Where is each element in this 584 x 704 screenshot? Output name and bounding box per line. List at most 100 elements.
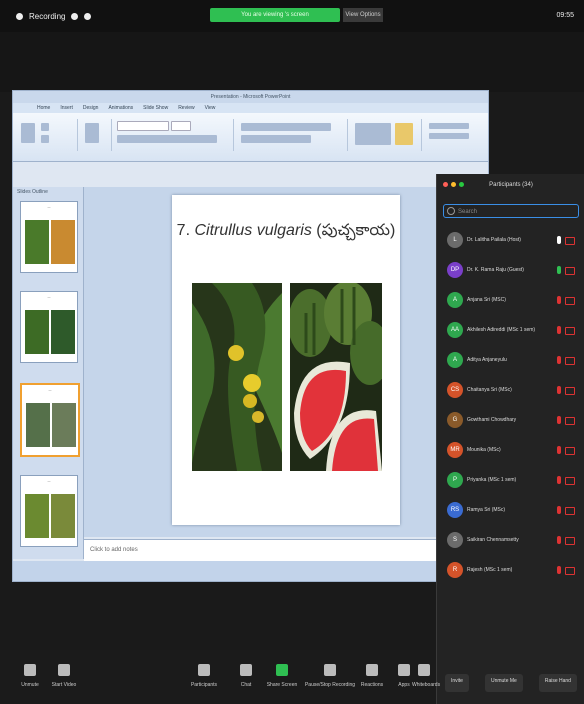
raise-hand-button[interactable]: Raise Hand xyxy=(538,674,577,692)
microphone-icon[interactable] xyxy=(557,416,561,424)
whiteboards-button[interactable]: Whiteboards xyxy=(412,664,440,688)
microphone-icon[interactable] xyxy=(557,266,561,274)
tab-view[interactable]: View xyxy=(205,103,216,113)
paragraph-icons[interactable] xyxy=(241,123,331,131)
shapes-icon[interactable] xyxy=(355,123,391,145)
participant-row[interactable]: A Anjana Sri (MSC) xyxy=(443,290,579,312)
recording-indicator[interactable]: Recording xyxy=(16,12,92,21)
microphone-icon[interactable] xyxy=(557,536,561,544)
thumb-image xyxy=(52,403,76,447)
avatar: S xyxy=(447,532,463,548)
font-family-select[interactable] xyxy=(117,121,169,131)
participant-row[interactable]: L Dr. Lalitha Pailala (Host) xyxy=(443,230,579,252)
font-group xyxy=(113,119,234,151)
microphone-icon[interactable] xyxy=(557,506,561,514)
tab-home[interactable]: Home xyxy=(37,103,50,113)
participant-row[interactable]: DP Dr. K. Rama Raju (Guest) xyxy=(443,260,579,282)
video-camera-icon[interactable] xyxy=(565,327,575,335)
participant-row[interactable]: CS Chaitanya Sri (MSc) xyxy=(443,380,579,402)
participants-label: Participants xyxy=(190,682,218,688)
microphone-icon[interactable] xyxy=(557,356,561,364)
participant-row[interactable]: G Gowthami Chowdhary xyxy=(443,410,579,432)
share-screen-button[interactable]: Share Screen xyxy=(262,664,302,688)
paste-icon[interactable] xyxy=(21,123,35,143)
maximize-icon[interactable] xyxy=(459,182,464,187)
stop-icon[interactable] xyxy=(84,13,92,20)
new-slide-icon[interactable] xyxy=(85,123,99,143)
chat-button[interactable]: Chat xyxy=(226,664,266,688)
pause-stop-recording-button[interactable]: Pause/Stop Recording xyxy=(304,664,356,688)
replace-icon[interactable] xyxy=(429,133,469,139)
tab-design[interactable]: Design xyxy=(83,103,99,113)
font-size-select[interactable] xyxy=(171,121,191,131)
participants-button[interactable]: Participants xyxy=(184,664,224,688)
participant-row[interactable]: P Priyanka (MSc 1 sem) xyxy=(443,470,579,492)
tab-review[interactable]: Review xyxy=(178,103,194,113)
video-camera-icon[interactable] xyxy=(565,237,575,245)
tab-slide-show[interactable]: Slide Show xyxy=(143,103,168,113)
invite-button[interactable]: Invite xyxy=(445,674,469,692)
minimize-icon[interactable] xyxy=(451,182,456,187)
video-camera-icon[interactable] xyxy=(565,537,575,545)
font-format-icons[interactable] xyxy=(117,135,217,143)
microphone-icon[interactable] xyxy=(557,386,561,394)
thumb-image xyxy=(25,220,49,264)
thumb-title: — xyxy=(48,388,52,392)
find-icon[interactable] xyxy=(429,123,469,129)
video-camera-icon[interactable] xyxy=(565,387,575,395)
start-video-button[interactable]: Start Video xyxy=(44,664,84,688)
participant-row[interactable]: AA Akhilesh Adireddi (MSc 1 sem) xyxy=(443,320,579,342)
recording-label: Recording xyxy=(29,12,66,21)
participant-row[interactable]: S Saikiran Chennamsetty xyxy=(443,530,579,552)
video-camera-icon[interactable] xyxy=(565,567,575,575)
quick-styles-icon[interactable] xyxy=(395,123,413,145)
copy-icon[interactable] xyxy=(41,135,49,143)
window-title: Presentation - Microsoft PowerPoint xyxy=(13,91,488,103)
close-icon[interactable] xyxy=(443,182,448,187)
participant-row[interactable]: RS Ramya Sri (MSc) xyxy=(443,500,579,522)
video-camera-icon[interactable] xyxy=(565,447,575,455)
slide-thumbnail-4[interactable]: — xyxy=(20,475,78,547)
video-camera-icon[interactable] xyxy=(565,417,575,425)
microphone-icon[interactable] xyxy=(557,326,561,334)
search-icon xyxy=(447,207,455,215)
alignment-icons[interactable] xyxy=(241,135,311,143)
video-camera-icon[interactable] xyxy=(565,267,575,275)
participant-row[interactable]: MR Mounika (MSc) xyxy=(443,440,579,462)
tab-insert[interactable]: Insert xyxy=(60,103,73,113)
participants-panel: Participants (34) Search L Dr. Lalitha Pa… xyxy=(436,174,584,704)
unmute-me-button[interactable]: Unmute Me xyxy=(484,674,523,692)
video-camera-icon[interactable] xyxy=(565,477,575,485)
video-camera-icon[interactable] xyxy=(565,507,575,515)
video-camera-icon[interactable] xyxy=(565,357,575,365)
ribbon-tabs: Home Insert Design Animations Slide Show… xyxy=(13,103,488,113)
slide-thumbnail-2[interactable]: — xyxy=(20,291,78,363)
microphone-icon[interactable] xyxy=(557,236,561,244)
participants-search-input[interactable]: Search xyxy=(443,204,579,218)
notes-pane[interactable]: Click to add notes xyxy=(84,539,488,562)
microphone-icon[interactable] xyxy=(557,296,561,304)
current-slide[interactable]: 7. Citrullus vulgaris (పుచ్చకాయ) xyxy=(172,195,400,525)
microphone-icon[interactable] xyxy=(557,476,561,484)
avatar: RS xyxy=(447,502,463,518)
microphone-icon[interactable] xyxy=(557,446,561,454)
participants-header: Participants (34) xyxy=(437,174,584,196)
microphone-icon[interactable] xyxy=(557,566,561,574)
pause-icon[interactable] xyxy=(71,13,79,20)
slide-thumbnail-1[interactable]: — xyxy=(20,201,78,273)
share-screen-label: Share Screen xyxy=(266,682,298,688)
top-bar: Recording You are viewing 's screen View… xyxy=(0,0,584,32)
view-options-button[interactable]: View Options xyxy=(343,8,383,22)
video-camera-icon[interactable] xyxy=(565,297,575,305)
tab-animations[interactable]: Animations xyxy=(108,103,133,113)
cut-icon[interactable] xyxy=(41,123,49,131)
whiteboard-icon xyxy=(418,664,430,676)
participant-row[interactable]: R Rajesh (MSc 1 sem) xyxy=(443,560,579,582)
participant-row[interactable]: A Aditya Anjaneyulu xyxy=(443,350,579,372)
clipboard-group xyxy=(17,119,78,151)
slide-editor[interactable]: 7. Citrullus vulgaris (పుచ్చకాయ) xyxy=(84,187,488,537)
avatar: R xyxy=(447,562,463,578)
panel-tabs[interactable]: Slides Outline xyxy=(13,187,83,197)
thumb-image xyxy=(51,494,75,538)
slide-thumbnail-3[interactable]: — xyxy=(20,383,80,457)
